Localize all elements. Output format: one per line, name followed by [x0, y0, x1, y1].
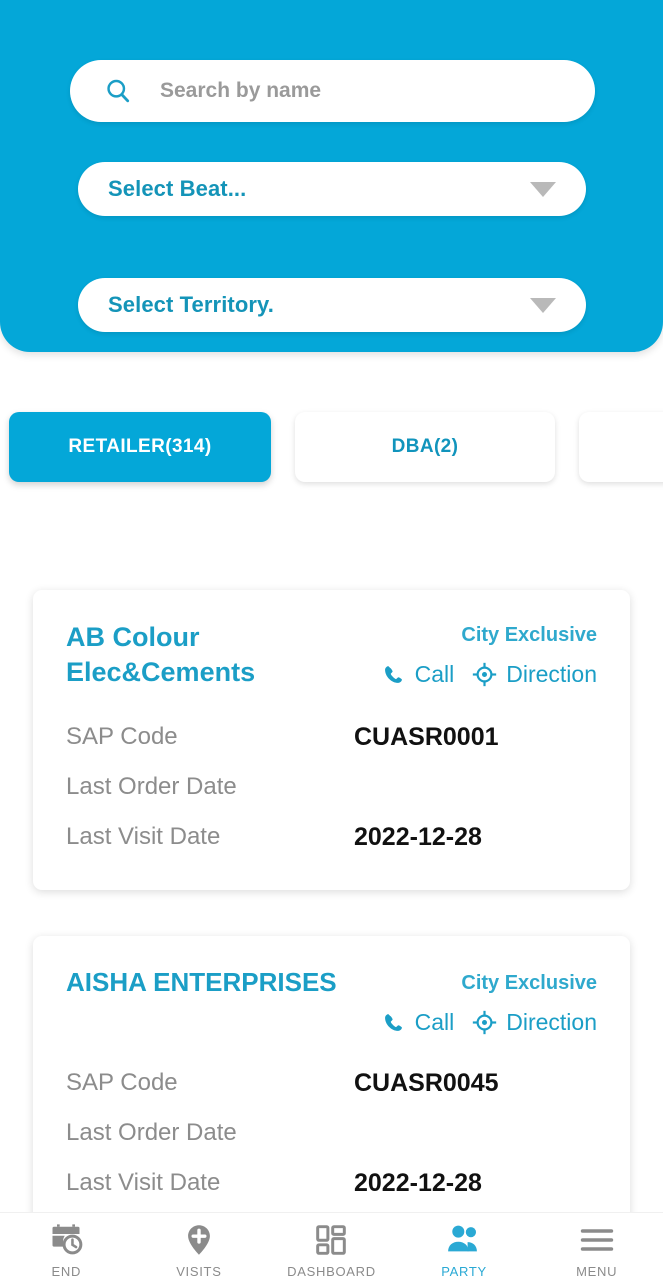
nav-label-menu: MENU — [576, 1264, 618, 1279]
last-visit-date-value: 2022-12-28 — [354, 822, 482, 851]
search-icon — [104, 77, 132, 105]
call-button[interactable]: Call — [381, 1009, 455, 1036]
people-icon — [446, 1221, 482, 1259]
tab-overflow[interactable] — [579, 412, 663, 482]
direction-button[interactable]: Direction — [472, 1009, 597, 1036]
sap-code-value: CUASR0001 — [354, 722, 499, 751]
nav-label-dashboard: DASHBOARD — [287, 1264, 376, 1279]
sap-code-label: SAP Code — [66, 1069, 178, 1097]
last-order-date-label: Last Order Date — [66, 1119, 237, 1147]
nav-label-party: PARTY — [441, 1264, 487, 1279]
row-last-visit-date: Last Visit Date 2022-12-28 — [66, 812, 597, 862]
crosshair-icon — [472, 1010, 497, 1035]
card-header: AISHA ENTERPRISES City Exclusive Call Di… — [66, 966, 597, 1036]
nav-item-visits[interactable]: VISITS — [133, 1221, 266, 1279]
search-input[interactable] — [160, 79, 595, 103]
territory-select-label: Select Territory. — [108, 292, 274, 317]
detail-rows: SAP Code CUASR0001 Last Order Date Last … — [66, 712, 597, 862]
nav-item-end[interactable]: END — [0, 1221, 133, 1279]
tab-retailer[interactable]: RETAILER(314) — [9, 412, 271, 482]
card-actions: Call Direction — [381, 661, 597, 688]
row-sap-code: SAP Code CUASR0001 — [66, 712, 597, 762]
tab-dba[interactable]: DBA(2) — [295, 412, 555, 482]
beat-select-label: Select Beat... — [108, 176, 247, 201]
party-name: AISHA ENTERPRISES — [66, 967, 337, 998]
row-last-order-date: Last Order Date — [66, 762, 597, 812]
list-item[interactable]: AB Colour Elec&Cements City Exclusive Ca… — [33, 590, 630, 891]
row-sap-code: SAP Code CUASR0045 — [66, 1058, 597, 1108]
direction-button[interactable]: Direction — [472, 661, 597, 688]
map-pin-plus-icon — [182, 1221, 216, 1259]
direction-label: Direction — [506, 1009, 597, 1036]
last-visit-date-value: 2022-12-28 — [354, 1168, 482, 1197]
last-visit-date-label: Last Visit Date — [66, 823, 221, 851]
chevron-down-icon — [530, 297, 556, 313]
call-label: Call — [414, 1009, 455, 1036]
card-header-right: City Exclusive Call Direction — [381, 966, 597, 1036]
phone-icon — [381, 1010, 406, 1035]
header-panel: Select Beat... Select Territory. — [0, 0, 663, 352]
category-tabs: RETAILER(314) DBA(2) — [0, 410, 663, 484]
card-header: AB Colour Elec&Cements City Exclusive Ca… — [66, 620, 597, 690]
direction-label: Direction — [506, 661, 597, 687]
dashboard-grid-icon — [314, 1221, 348, 1259]
sap-code-value: CUASR0045 — [354, 1068, 499, 1097]
nav-item-party[interactable]: PARTY — [398, 1221, 531, 1279]
tab-retailer-label: RETAILER(314) — [68, 436, 212, 457]
app-root: Select Beat... Select Territory. RETAILE… — [0, 0, 663, 1280]
beat-select[interactable]: Select Beat... — [78, 162, 586, 216]
row-last-visit-date: Last Visit Date 2022-12-28 — [66, 1158, 597, 1208]
last-visit-date-label: Last Visit Date — [66, 1169, 221, 1197]
search-bar[interactable] — [70, 60, 595, 122]
detail-rows: SAP Code CUASR0045 Last Order Date Last … — [66, 1058, 597, 1208]
status-badge: City Exclusive — [461, 972, 597, 995]
territory-select[interactable]: Select Territory. — [78, 278, 586, 332]
row-last-order-date: Last Order Date — [66, 1108, 597, 1158]
party-list: AB Colour Elec&Cements City Exclusive Ca… — [0, 590, 663, 1280]
nav-label-end: END — [51, 1264, 82, 1279]
calendar-clock-icon — [48, 1221, 84, 1259]
chevron-down-icon — [530, 181, 556, 197]
status-badge: City Exclusive — [461, 624, 597, 646]
phone-icon — [381, 662, 406, 687]
call-label: Call — [414, 661, 455, 687]
nav-item-menu[interactable]: MENU — [530, 1221, 663, 1279]
card-actions: Call Direction — [381, 1009, 597, 1036]
call-button[interactable]: Call — [381, 661, 455, 688]
nav-label-visits: VISITS — [176, 1264, 222, 1279]
tab-dba-label: DBA(2) — [391, 436, 459, 457]
party-name: AB Colour Elec&Cements — [66, 622, 256, 688]
card-header-right: City Exclusive Call Direction — [381, 620, 597, 688]
hamburger-icon — [579, 1221, 615, 1259]
sap-code-label: SAP Code — [66, 723, 178, 751]
nav-item-dashboard[interactable]: DASHBOARD — [265, 1221, 398, 1279]
last-order-date-label: Last Order Date — [66, 773, 237, 801]
list-item[interactable]: AISHA ENTERPRISES City Exclusive Call Di… — [33, 936, 630, 1237]
crosshair-icon — [472, 662, 497, 687]
bottom-navigation: END VISITS DASHBOARD PARTY MENU — [0, 1212, 663, 1280]
